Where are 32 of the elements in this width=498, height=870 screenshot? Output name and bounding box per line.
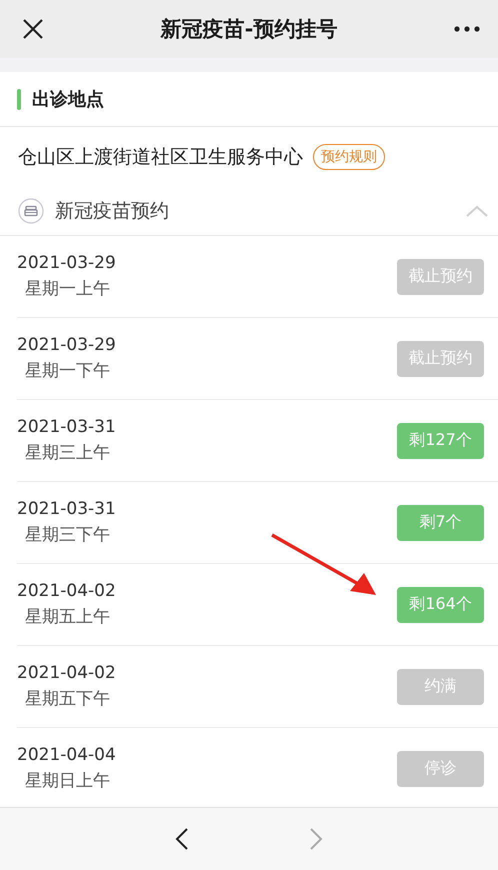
slot-period: 星期五上午: [24, 606, 111, 628]
slot-period: 星期五下午: [24, 688, 111, 710]
slot-period: 星期一上午: [24, 278, 111, 300]
close-icon: [22, 18, 44, 40]
vaccine-title: 新冠疫苗预约: [55, 199, 170, 224]
printer-icon: [18, 198, 44, 224]
slot-date: 2021-03-29: [17, 253, 116, 273]
slot-period: 星期三下午: [24, 524, 111, 546]
close-button[interactable]: [22, 18, 44, 40]
rules-link[interactable]: 预约规则: [313, 144, 385, 170]
slot-status-button[interactable]: 剩7个: [397, 504, 484, 540]
more-button[interactable]: [454, 26, 480, 32]
slot-date: 2021-03-31: [17, 499, 116, 519]
slot-date: 2021-04-02: [17, 663, 116, 683]
slot-date: 2021-04-02: [17, 581, 116, 601]
section-title: 出诊地点: [32, 88, 104, 111]
chevron-left-icon: [175, 827, 189, 851]
clinic-name: 仓山区上渡街道社区卫生服务中心: [18, 145, 303, 170]
slot-date: 2021-03-29: [17, 335, 116, 355]
back-button[interactable]: [175, 827, 189, 851]
section-marker: [17, 88, 21, 110]
slot-period: 星期日上午: [24, 770, 111, 792]
window-title: 新冠疫苗-预约挂号: [160, 16, 338, 43]
chevron-up-icon: [466, 205, 488, 217]
slot-period: 星期一下午: [24, 360, 111, 382]
slot-status-button[interactable]: 剩127个: [397, 422, 484, 458]
slot-date: 2021-03-31: [17, 417, 116, 437]
slot-period: 星期三上午: [24, 442, 111, 464]
slot-date: 2021-04-04: [17, 745, 116, 765]
chevron-right-icon: [309, 827, 323, 851]
slot-status-button[interactable]: 剩164个: [397, 586, 484, 622]
more-icon: [454, 26, 480, 32]
